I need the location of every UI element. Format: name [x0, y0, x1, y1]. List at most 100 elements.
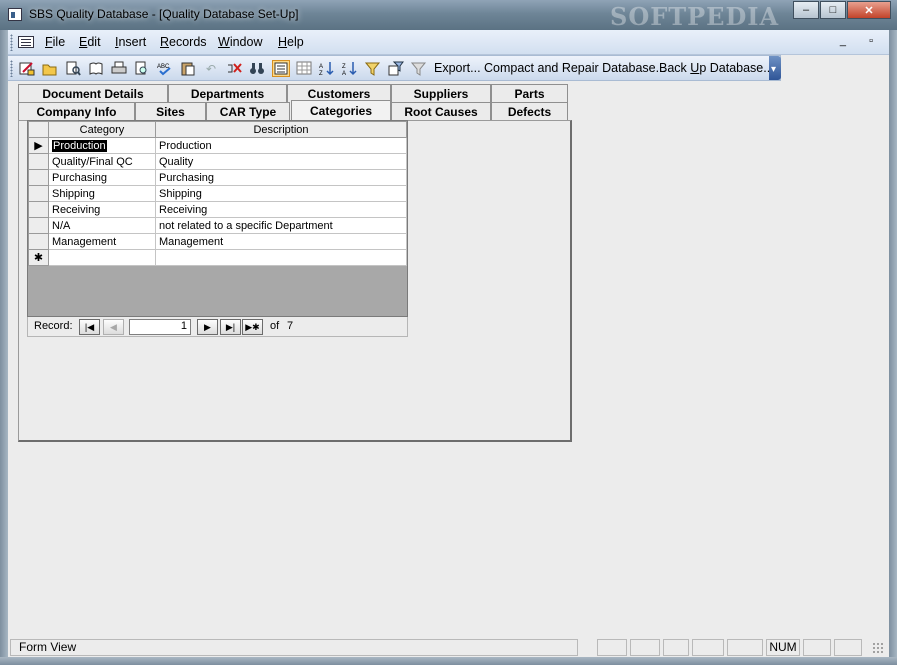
status-text: Form View	[10, 639, 578, 656]
apply-filter-icon[interactable]	[410, 60, 428, 77]
paste-icon[interactable]	[179, 60, 197, 77]
tab-suppliers[interactable]: Suppliers	[391, 84, 491, 102]
svg-text:A: A	[319, 64, 323, 70]
table-row[interactable]: Quality/Final QC Quality	[28, 153, 407, 170]
search-file-icon[interactable]	[64, 60, 82, 77]
delete-record-icon[interactable]	[225, 60, 243, 77]
title-bar[interactable]: SBS Quality Database - [Quality Database…	[0, 0, 897, 31]
resize-grip-icon[interactable]	[872, 642, 884, 654]
tab-company-info[interactable]: Company Info	[18, 102, 135, 120]
record-number-input[interactable]: 1	[129, 319, 191, 335]
status-pane	[630, 639, 660, 656]
categories-datasheet[interactable]: Category Description ▶ Production Produc…	[27, 120, 408, 317]
record-selector[interactable]	[28, 217, 49, 234]
tab-sites[interactable]: Sites	[135, 102, 206, 120]
menu-bar: File Edit Insert Records Window Help _ ▫	[8, 30, 889, 55]
column-header-category[interactable]: Category	[48, 121, 156, 138]
table-row[interactable]: Shipping Shipping	[28, 185, 407, 202]
tab-root-causes[interactable]: Root Causes	[391, 102, 491, 120]
toolbar-grip[interactable]	[10, 60, 13, 77]
record-selector[interactable]	[28, 233, 49, 250]
tab-departments[interactable]: Departments	[168, 84, 287, 102]
menu-insert[interactable]: Insert	[115, 35, 146, 49]
export-button[interactable]: Export...	[434, 61, 481, 75]
app-icon[interactable]	[8, 8, 22, 21]
previous-record-button[interactable]: ◀	[103, 319, 124, 335]
save-icon[interactable]	[87, 60, 105, 77]
menubar-grip[interactable]	[10, 34, 13, 51]
sort-descending-icon[interactable]: ZA	[341, 60, 359, 77]
tab-car-type[interactable]: CAR Type	[206, 102, 290, 120]
category-cell[interactable]: Purchasing	[48, 169, 156, 186]
toolbar-options-chevron[interactable]	[769, 56, 781, 80]
datasheet-table: Category Description ▶ Production Produc…	[28, 121, 407, 266]
minimize-button[interactable]: –	[793, 1, 819, 19]
menu-edit[interactable]: Edit	[79, 35, 101, 49]
menu-records[interactable]: Records	[160, 35, 207, 49]
table-row[interactable]: N/A not related to a specific Department	[28, 217, 407, 234]
filter-by-form-icon[interactable]	[387, 60, 405, 77]
new-record-button[interactable]: ▶✱	[242, 319, 263, 335]
tab-defects[interactable]: Defects	[491, 102, 568, 120]
find-icon[interactable]	[248, 60, 266, 77]
category-cell[interactable]: Receiving	[48, 201, 156, 218]
first-record-button[interactable]: |◀	[79, 319, 100, 335]
backup-database-button[interactable]: Back Up Database...	[659, 61, 774, 75]
new-record-row[interactable]: ✱	[28, 249, 407, 266]
description-cell[interactable]: Receiving	[155, 201, 407, 218]
menu-file[interactable]: File	[45, 35, 65, 49]
status-pane	[597, 639, 627, 656]
record-of-label: of	[270, 320, 280, 332]
tab-document-details[interactable]: Document Details	[18, 84, 168, 102]
print-preview-icon[interactable]	[133, 60, 151, 77]
column-header-description[interactable]: Description	[155, 121, 407, 138]
filter-by-selection-icon[interactable]	[364, 60, 382, 77]
category-cell[interactable]: Shipping	[48, 185, 156, 202]
menu-help[interactable]: Help	[278, 35, 304, 49]
close-button[interactable]: ✕	[847, 1, 891, 19]
description-cell[interactable]: Shipping	[155, 185, 407, 202]
tab-parts[interactable]: Parts	[491, 84, 568, 102]
table-row[interactable]: Receiving Receiving	[28, 201, 407, 218]
description-cell[interactable]: Purchasing	[155, 169, 407, 186]
open-icon[interactable]	[41, 60, 59, 77]
record-selector[interactable]	[28, 153, 49, 170]
tab-categories[interactable]: Categories	[291, 100, 391, 120]
category-cell[interactable]: N/A	[48, 217, 156, 234]
table-row[interactable]: Purchasing Purchasing	[28, 169, 407, 186]
description-cell[interactable]	[155, 249, 407, 266]
record-total: 7	[287, 320, 294, 332]
status-pane	[663, 639, 689, 656]
category-cell[interactable]	[48, 249, 156, 266]
design-view-icon[interactable]	[18, 60, 36, 77]
category-cell[interactable]: Quality/Final QC	[48, 153, 156, 170]
sort-ascending-icon[interactable]: AZ	[318, 60, 336, 77]
description-cell[interactable]: Management	[155, 233, 407, 250]
record-selector[interactable]	[28, 169, 49, 186]
form-view-icon[interactable]	[272, 60, 290, 77]
document-menu-icon[interactable]	[18, 36, 34, 48]
datasheet-view-icon[interactable]	[295, 60, 313, 77]
current-record-selector[interactable]: ▶	[28, 137, 49, 154]
description-cell[interactable]: not related to a specific Department	[155, 217, 407, 234]
menu-window[interactable]: Window	[218, 35, 262, 49]
new-record-selector[interactable]: ✱	[28, 249, 49, 266]
description-cell[interactable]: Quality	[155, 153, 407, 170]
record-selector[interactable]	[28, 201, 49, 218]
category-cell[interactable]: Production	[48, 137, 156, 154]
table-row[interactable]: Management Management	[28, 233, 407, 250]
description-cell[interactable]: Production	[155, 137, 407, 154]
category-cell[interactable]: Management	[48, 233, 156, 250]
last-record-button[interactable]: ▶|	[220, 319, 241, 335]
table-row[interactable]: ▶ Production Production	[28, 137, 407, 154]
compact-repair-button[interactable]: Compact and Repair Database...	[484, 61, 666, 75]
mdi-window-controls[interactable]: _ ▫	[840, 35, 883, 47]
print-icon[interactable]	[110, 60, 128, 77]
record-selector[interactable]	[28, 185, 49, 202]
spelling-icon[interactable]: ABC	[156, 60, 174, 77]
undo-icon[interactable]: ↶	[202, 60, 220, 77]
next-record-button[interactable]: ▶	[197, 319, 218, 335]
maximize-button[interactable]: □	[820, 1, 846, 19]
toolbar: ABC ↶ AZ ZA Export... Compact and Repair…	[8, 55, 781, 81]
select-all-corner[interactable]	[28, 121, 49, 138]
